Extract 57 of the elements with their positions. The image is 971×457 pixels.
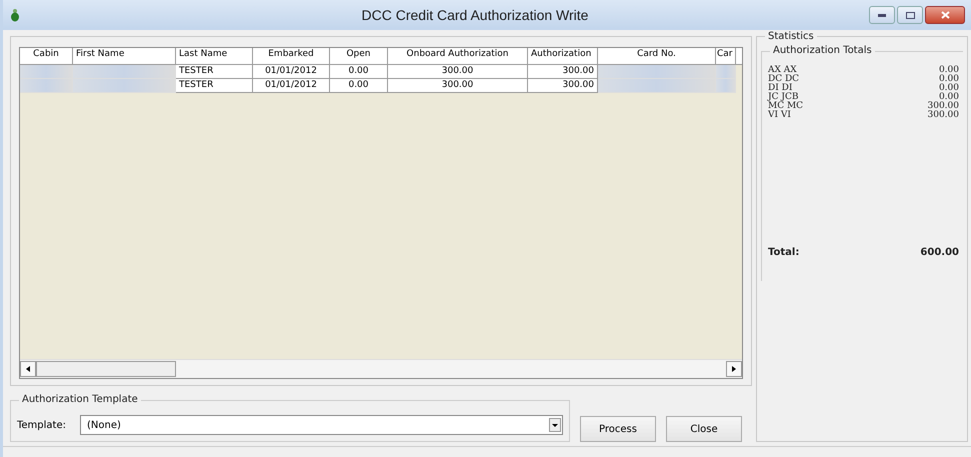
amount-value: 300.00: [928, 111, 959, 120]
table-cell: 300.00: [528, 65, 598, 79]
group-title: Authorization Template: [19, 394, 141, 405]
total-label: Total:: [768, 248, 800, 257]
table-cell: 300.00: [528, 79, 598, 93]
total-value: 600.00: [920, 248, 959, 257]
right-arrow-icon: [732, 366, 736, 372]
table-cell: 300.00: [388, 79, 528, 93]
table-cell: 01/01/2012: [253, 79, 330, 93]
amount-value: 0.00: [938, 75, 959, 84]
table-cell: 0.00: [330, 79, 388, 93]
card-type-label: DI DI: [768, 84, 792, 93]
card-type-label: AX AX: [768, 66, 797, 75]
close-button[interactable]: [925, 6, 965, 24]
table-cell: 01/01/2012: [253, 65, 330, 79]
table-cell: 300.00: [388, 65, 528, 79]
blurred-cell: [20, 79, 73, 93]
amount-value: 300.00: [928, 102, 959, 111]
table-cell: 0.00: [330, 65, 388, 79]
card-type-label: JC JCB: [768, 93, 798, 102]
column-header[interactable]: Car: [716, 48, 736, 64]
blurred-cell: [716, 79, 736, 93]
scroll-thumb[interactable]: [36, 361, 176, 377]
amount-value: 0.00: [938, 84, 959, 93]
blurred-cell: [20, 65, 73, 79]
column-header[interactable]: Authorization: [528, 48, 598, 64]
window-title: DCC Credit Card Authorization Write: [360, 7, 590, 23]
amount-value: 0.00: [938, 93, 959, 102]
scroll-left-button[interactable]: [20, 361, 36, 377]
maximize-icon: [906, 12, 914, 18]
column-header[interactable]: Open: [330, 48, 388, 64]
card-type-label: VI VI: [768, 111, 791, 120]
column-header[interactable]: Cabin: [20, 48, 73, 64]
column-header[interactable]: Last Name: [176, 48, 253, 64]
app-icon: [9, 8, 21, 22]
blurred-cell: [716, 65, 736, 79]
amount-value: 0.00: [938, 66, 959, 75]
column-header[interactable]: Onboard Authorization: [388, 48, 528, 64]
left-arrow-icon: [26, 366, 30, 372]
column-header[interactable]: Card No.: [598, 48, 716, 64]
card-type-label: MC MC: [768, 102, 804, 111]
column-header[interactable]: Embarked: [253, 48, 330, 64]
template-dropdown[interactable]: (None): [80, 415, 563, 435]
table-cell: TESTER: [176, 79, 253, 93]
close-dialog-button[interactable]: Close: [666, 416, 742, 442]
template-label: Template:: [17, 420, 66, 430]
scroll-right-button[interactable]: [726, 361, 742, 377]
column-header[interactable]: First Name: [73, 48, 176, 64]
group-title: Statistics: [765, 31, 817, 42]
card-type-label: DC DC: [768, 75, 800, 84]
minimize-icon: [878, 14, 886, 16]
table-cell: TESTER: [176, 65, 253, 79]
process-button[interactable]: Process: [580, 416, 656, 442]
close-icon: [940, 11, 950, 19]
minimize-button[interactable]: [869, 6, 895, 24]
group-title: Authorization Totals: [770, 45, 875, 56]
maximize-button[interactable]: [897, 6, 923, 24]
